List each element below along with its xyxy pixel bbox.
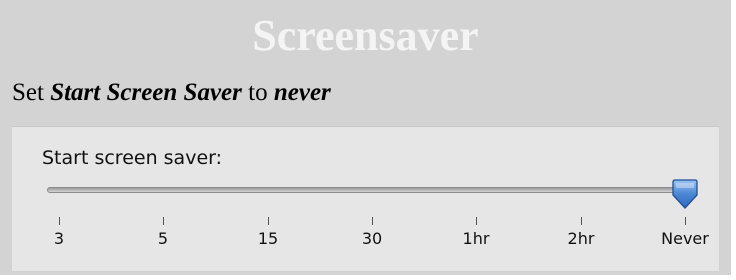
instruction-prefix: Set	[12, 79, 51, 106]
slider-tick-label: 5	[157, 229, 169, 248]
slider-tick-label: 15	[257, 229, 279, 248]
start-screen-saver-label: Start screen saver:	[42, 147, 223, 169]
page-title: Screensaver	[252, 11, 479, 60]
start-screen-saver-slider-track[interactable]	[47, 187, 687, 193]
slider-tick-label: 30	[361, 229, 383, 248]
slider-tick-mark	[476, 217, 477, 225]
slider-tick-label: 2hr	[567, 229, 595, 248]
instruction-text: Set Start Screen Saver to never	[12, 79, 331, 107]
instruction-middle: to	[241, 79, 274, 106]
slider-tick-mark	[581, 217, 582, 225]
slider-tick-label: 1hr	[462, 229, 490, 248]
slider-tick-mark	[268, 217, 269, 225]
slider-tick-mark	[59, 217, 60, 225]
screensaver-settings-panel: Start screen saver: 3 5 15 30 1hr 2hr Never	[12, 126, 719, 271]
slider-tick-mark	[372, 217, 373, 225]
slider-tick-label: 3	[53, 229, 65, 248]
slider-tick-mark	[685, 217, 686, 225]
slider-tick-label: Never	[661, 229, 709, 248]
screensaver-card: Screensaver Set Start Screen Saver to ne…	[0, 0, 731, 275]
instruction-value: never	[273, 79, 331, 106]
instruction-setting: Start Screen Saver	[50, 79, 242, 106]
slider-thumb[interactable]	[670, 179, 700, 211]
slider-tick-mark	[163, 217, 164, 225]
